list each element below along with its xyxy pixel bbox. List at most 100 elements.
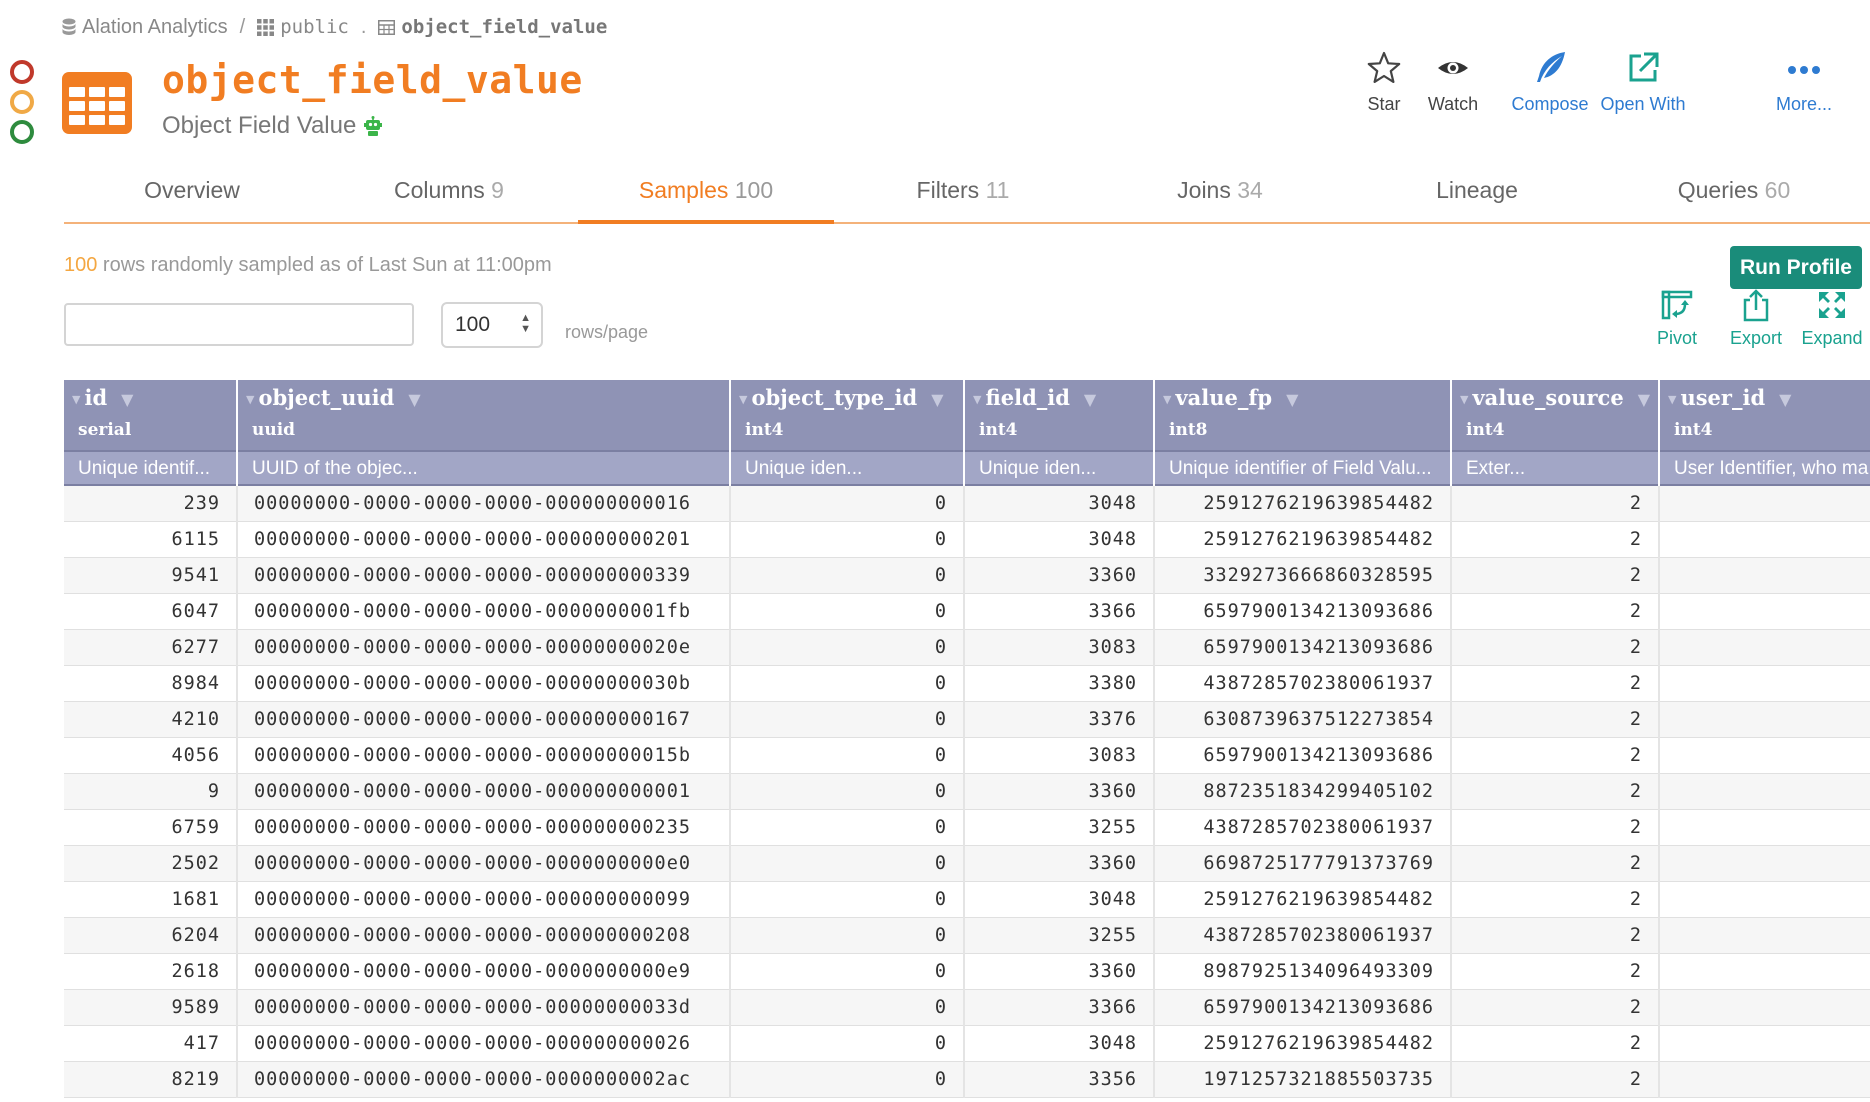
schema-grid-icon (257, 18, 275, 36)
table-row[interactable]: 6277 00000000-0000-0000-0000-00000000020e… (64, 629, 1870, 666)
expand-button[interactable]: Expand (1800, 288, 1864, 349)
tab-columns[interactable]: Columns 9 (321, 168, 577, 222)
tab-columns-label: Columns (394, 177, 485, 203)
cell-object-type-id: 0 (730, 486, 965, 522)
cell-value-source: 2 (1451, 665, 1660, 702)
table-row[interactable]: 1681 00000000-0000-0000-0000-000000000099… (64, 881, 1870, 918)
sort-triangle-icon[interactable]: ▼ (739, 393, 747, 406)
cell-value-source: 2 (1451, 593, 1660, 630)
cell-object-uuid: 00000000-0000-0000-0000-000000000016 (237, 486, 731, 522)
sort-triangle-icon[interactable]: ▼ (1460, 393, 1468, 406)
cell-id: 6759 (64, 809, 238, 846)
star-label: Star (1367, 94, 1401, 114)
column-filter-icon[interactable]: ▼ (1084, 390, 1096, 409)
column-header-object-type-id[interactable]: ▼ object_type_id ▼ int4 Unique iden... (730, 380, 965, 486)
breadcrumb-datasource[interactable]: Alation Analytics (62, 16, 228, 39)
sort-triangle-icon[interactable]: ▼ (973, 393, 981, 406)
table-row[interactable]: 9 00000000-0000-0000-0000-000000000001 0 33… (64, 773, 1870, 810)
table-row[interactable]: 6759 00000000-0000-0000-0000-000000000235… (64, 809, 1870, 846)
more-button[interactable]: More... (1776, 50, 1832, 115)
column-name: object_type_id (751, 385, 918, 410)
deprecation-flag-icon[interactable] (10, 60, 34, 84)
cell-id: 8219 (64, 1061, 238, 1098)
table-row[interactable]: 6204 00000000-0000-0000-0000-000000000208… (64, 917, 1870, 954)
cell-object-uuid: 00000000-0000-0000-0000-000000000235 (237, 809, 731, 846)
table-row[interactable]: 2502 00000000-0000-0000-0000-0000000000e0… (64, 845, 1870, 882)
star-button[interactable]: Star (1364, 50, 1404, 115)
table-row[interactable]: 4056 00000000-0000-0000-0000-00000000015b… (64, 737, 1870, 774)
column-description: Unique identifier of Field Valu... (1155, 450, 1450, 486)
cell-user-id (1659, 953, 1870, 990)
table-row[interactable]: 8984 00000000-0000-0000-0000-00000000030b… (64, 665, 1870, 702)
tab-queries[interactable]: Queries 60 (1606, 168, 1862, 222)
cell-object-uuid: 00000000-0000-0000-0000-000000000099 (237, 881, 731, 918)
column-header-object-uuid[interactable]: ▼ object_uuid ▼ uuid UUID of the objec... (237, 380, 731, 486)
breadcrumb-schema[interactable]: public (257, 16, 349, 38)
cell-object-uuid: 00000000-0000-0000-0000-0000000000e9 (237, 953, 731, 990)
tab-lineage-label: Lineage (1436, 177, 1518, 203)
table-row[interactable]: 239 00000000-0000-0000-0000-000000000016 0… (64, 486, 1870, 522)
tab-joins-count: 34 (1237, 177, 1263, 203)
pivot-label: Pivot (1656, 328, 1698, 348)
breadcrumb-table[interactable]: object_field_value (378, 16, 607, 38)
compose-button[interactable]: Compose (1510, 50, 1590, 115)
sort-triangle-icon[interactable]: ▼ (1668, 393, 1676, 406)
tab-overview[interactable]: Overview (64, 168, 320, 222)
table-row[interactable]: 8219 00000000-0000-0000-0000-0000000002ac… (64, 1061, 1870, 1098)
rows-per-page-select[interactable]: 100 ▲ ▼ (441, 302, 543, 348)
tab-filters-count: 11 (985, 177, 1010, 203)
tab-joins[interactable]: Joins 34 (1092, 168, 1348, 222)
select-arrows-icon: ▲ ▼ (520, 312, 531, 335)
column-filter-icon[interactable]: ▼ (1638, 390, 1650, 409)
cell-object-type-id: 0 (730, 593, 965, 630)
column-filter-icon[interactable]: ▼ (931, 390, 943, 409)
column-filter-icon[interactable]: ▼ (1286, 390, 1298, 409)
column-header-value-fp[interactable]: ▼ value_fp ▼ int8 Unique identifier of Field… (1154, 380, 1452, 486)
column-header-value-source[interactable]: ▼ value_source ▼ int4 Exter... (1451, 380, 1660, 486)
column-header-id[interactable]: ▼ id ▼ serial Unique identif... (64, 380, 238, 486)
endorsement-flag-icon[interactable] (10, 120, 34, 144)
rows-per-page-value: 100 (455, 313, 491, 336)
tab-lineage[interactable]: Lineage (1349, 168, 1605, 222)
ellipsis-icon (1788, 66, 1820, 74)
export-button[interactable]: Export (1728, 288, 1784, 349)
column-filter-icon[interactable]: ▼ (1779, 390, 1791, 409)
cell-object-type-id: 0 (730, 1061, 965, 1098)
watch-button[interactable]: Watch (1426, 50, 1480, 115)
column-header-field-id[interactable]: ▼ field_id ▼ int4 Unique iden... (964, 380, 1155, 486)
table-row[interactable]: 417 00000000-0000-0000-0000-000000000026 0… (64, 1025, 1870, 1062)
table-row[interactable]: 9541 00000000-0000-0000-0000-000000000339… (64, 557, 1870, 594)
table-row[interactable]: 9589 00000000-0000-0000-0000-00000000033d… (64, 989, 1870, 1026)
open-with-button[interactable]: Open With (1596, 50, 1690, 115)
column-name: user_id (1680, 385, 1766, 410)
cell-field-id: 3360 (964, 953, 1155, 990)
sort-triangle-icon[interactable]: ▼ (246, 393, 254, 406)
column-name-cell: ▼ user_id ▼ (1660, 380, 1870, 415)
table-row[interactable]: 6115 00000000-0000-0000-0000-000000000201… (64, 521, 1870, 558)
sort-triangle-icon[interactable]: ▼ (72, 393, 80, 406)
cell-value-source: 2 (1451, 773, 1660, 810)
sort-triangle-icon[interactable]: ▼ (1163, 393, 1171, 406)
column-filter-icon[interactable]: ▼ (408, 390, 420, 409)
cell-user-id (1659, 989, 1870, 1026)
cell-value-source: 2 (1451, 917, 1660, 954)
cell-id: 2502 (64, 845, 238, 882)
pivot-button[interactable]: Pivot (1652, 288, 1702, 349)
cell-value-fp: 6597900134213093686 (1154, 989, 1452, 1026)
cell-value-fp: 2591276219639854482 (1154, 1025, 1452, 1062)
column-filter-icon[interactable]: ▼ (121, 390, 133, 409)
table-row[interactable]: 2618 00000000-0000-0000-0000-0000000000e9… (64, 953, 1870, 990)
cell-field-id: 3380 (964, 665, 1155, 702)
column-header-user-id[interactable]: ▼ user_id ▼ int4 User Identifier, who ma... (1659, 380, 1870, 486)
sample-search-input[interactable] (64, 303, 414, 346)
table-row[interactable]: 6047 00000000-0000-0000-0000-0000000001fb… (64, 593, 1870, 630)
cell-object-type-id: 0 (730, 917, 965, 954)
table-row[interactable]: 4210 00000000-0000-0000-0000-000000000167… (64, 701, 1870, 738)
robot-icon (364, 116, 383, 136)
tab-samples[interactable]: Samples 100 (578, 168, 834, 224)
tab-filters[interactable]: Filters 11 (835, 168, 1091, 222)
tab-samples-label: Samples (638, 177, 729, 203)
run-profile-button[interactable]: Run Profile (1730, 246, 1862, 289)
table-icon (62, 72, 132, 134)
warning-flag-icon[interactable] (10, 90, 34, 114)
